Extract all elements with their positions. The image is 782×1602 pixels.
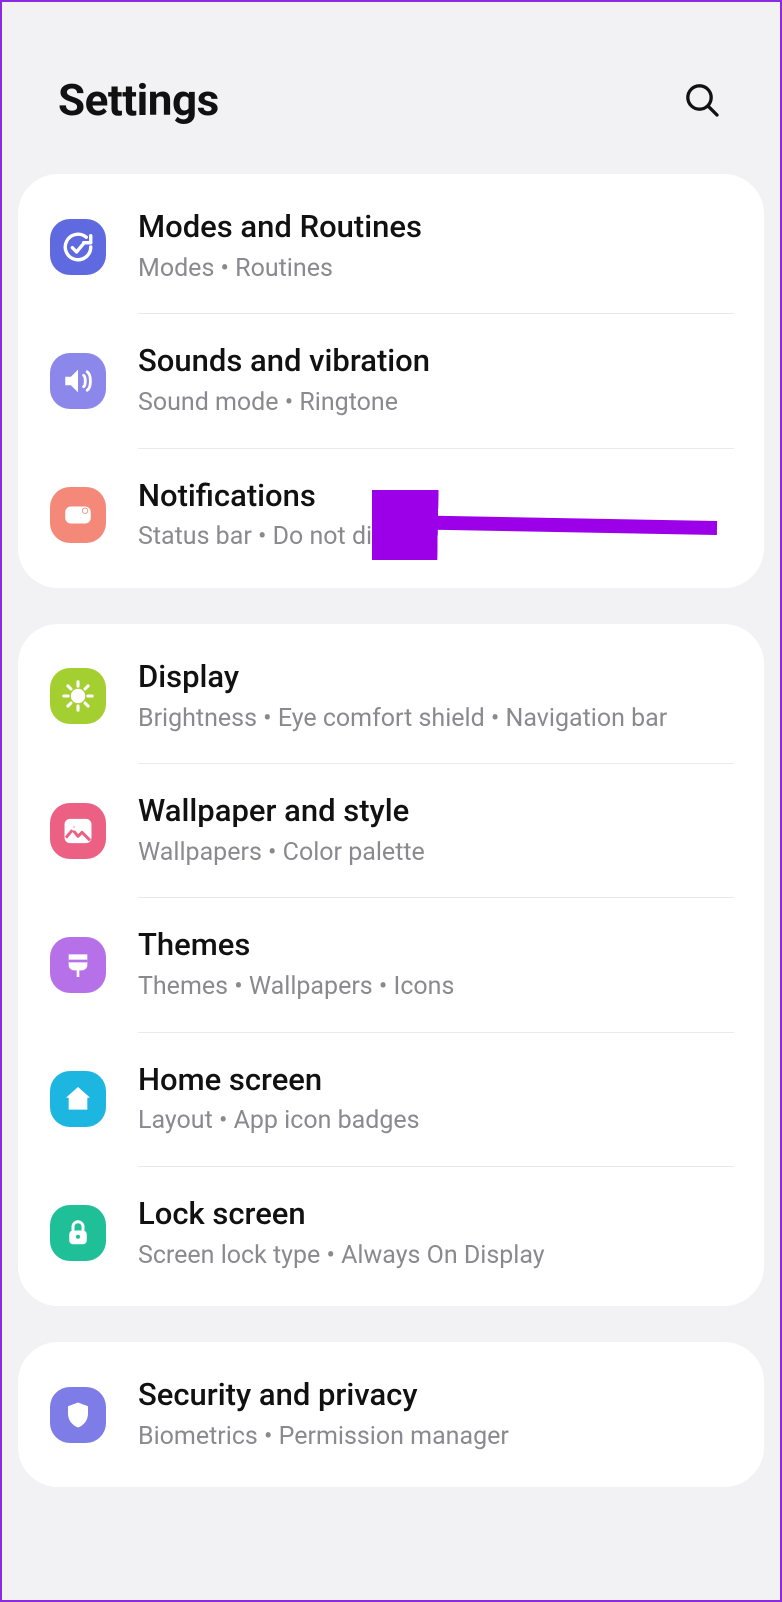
row-title: Display [138, 658, 732, 697]
shield-icon [50, 1387, 106, 1443]
row-subtitle: Modes • Routines [138, 253, 732, 286]
row-text: Lock screen Screen lock type • Always On… [138, 1195, 732, 1272]
row-security-privacy[interactable]: Security and privacy Biometrics • Permis… [18, 1348, 764, 1481]
row-wallpaper[interactable]: Wallpaper and style Wallpapers • Color p… [18, 764, 764, 897]
row-subtitle: Sound mode • Ringtone [138, 387, 732, 420]
row-text: Notifications Status bar • Do not distur… [138, 477, 732, 554]
settings-group-3: Security and privacy Biometrics • Permis… [18, 1342, 764, 1487]
row-title: Lock screen [138, 1195, 732, 1234]
row-lock-screen[interactable]: Lock screen Screen lock type • Always On… [18, 1167, 764, 1300]
row-subtitle: Wallpapers • Color palette [138, 837, 732, 870]
page-title: Settings [58, 74, 219, 126]
row-text: Home screen Layout • App icon badges [138, 1061, 732, 1138]
row-text: Sounds and vibration Sound mode • Ringto… [138, 342, 732, 419]
settings-group-2: Display Brightness • Eye comfort shield … [18, 624, 764, 1306]
row-title: Home screen [138, 1061, 732, 1100]
row-title: Sounds and vibration [138, 342, 732, 381]
row-subtitle: Screen lock type • Always On Display [138, 1240, 732, 1273]
row-text: Security and privacy Biometrics • Permis… [138, 1376, 732, 1453]
lock-icon [50, 1205, 106, 1261]
row-sounds-vibration[interactable]: Sounds and vibration Sound mode • Ringto… [18, 314, 764, 447]
row-text: Display Brightness • Eye comfort shield … [138, 658, 732, 735]
row-title: Modes and Routines [138, 208, 732, 247]
settings-group-1: Modes and Routines Modes • Routines Soun… [18, 174, 764, 588]
brightness-icon [50, 668, 106, 724]
row-title: Notifications [138, 477, 732, 516]
row-text: Themes Themes • Wallpapers • Icons [138, 926, 732, 1003]
sound-icon [50, 353, 106, 409]
row-modes-routines[interactable]: Modes and Routines Modes • Routines [18, 180, 764, 313]
row-subtitle: Brightness • Eye comfort shield • Naviga… [138, 703, 732, 736]
row-subtitle: Biometrics • Permission manager [138, 1421, 732, 1454]
row-notifications[interactable]: Notifications Status bar • Do not distur… [18, 449, 764, 582]
row-title: Themes [138, 926, 732, 965]
search-button[interactable] [680, 78, 724, 122]
home-icon [50, 1071, 106, 1127]
picture-icon [50, 803, 106, 859]
row-subtitle: Layout • App icon badges [138, 1105, 732, 1138]
row-themes[interactable]: Themes Themes • Wallpapers • Icons [18, 898, 764, 1031]
brush-icon [50, 937, 106, 993]
routines-icon [50, 219, 106, 275]
row-display[interactable]: Display Brightness • Eye comfort shield … [18, 630, 764, 763]
row-text: Wallpaper and style Wallpapers • Color p… [138, 792, 732, 869]
row-title: Wallpaper and style [138, 792, 732, 831]
row-home-screen[interactable]: Home screen Layout • App icon badges [18, 1033, 764, 1166]
notification-icon [50, 487, 106, 543]
row-text: Modes and Routines Modes • Routines [138, 208, 732, 285]
header: Settings [2, 2, 780, 174]
row-subtitle: Status bar • Do not disturb [138, 521, 732, 554]
search-icon [682, 80, 722, 120]
row-subtitle: Themes • Wallpapers • Icons [138, 971, 732, 1004]
row-title: Security and privacy [138, 1376, 732, 1415]
